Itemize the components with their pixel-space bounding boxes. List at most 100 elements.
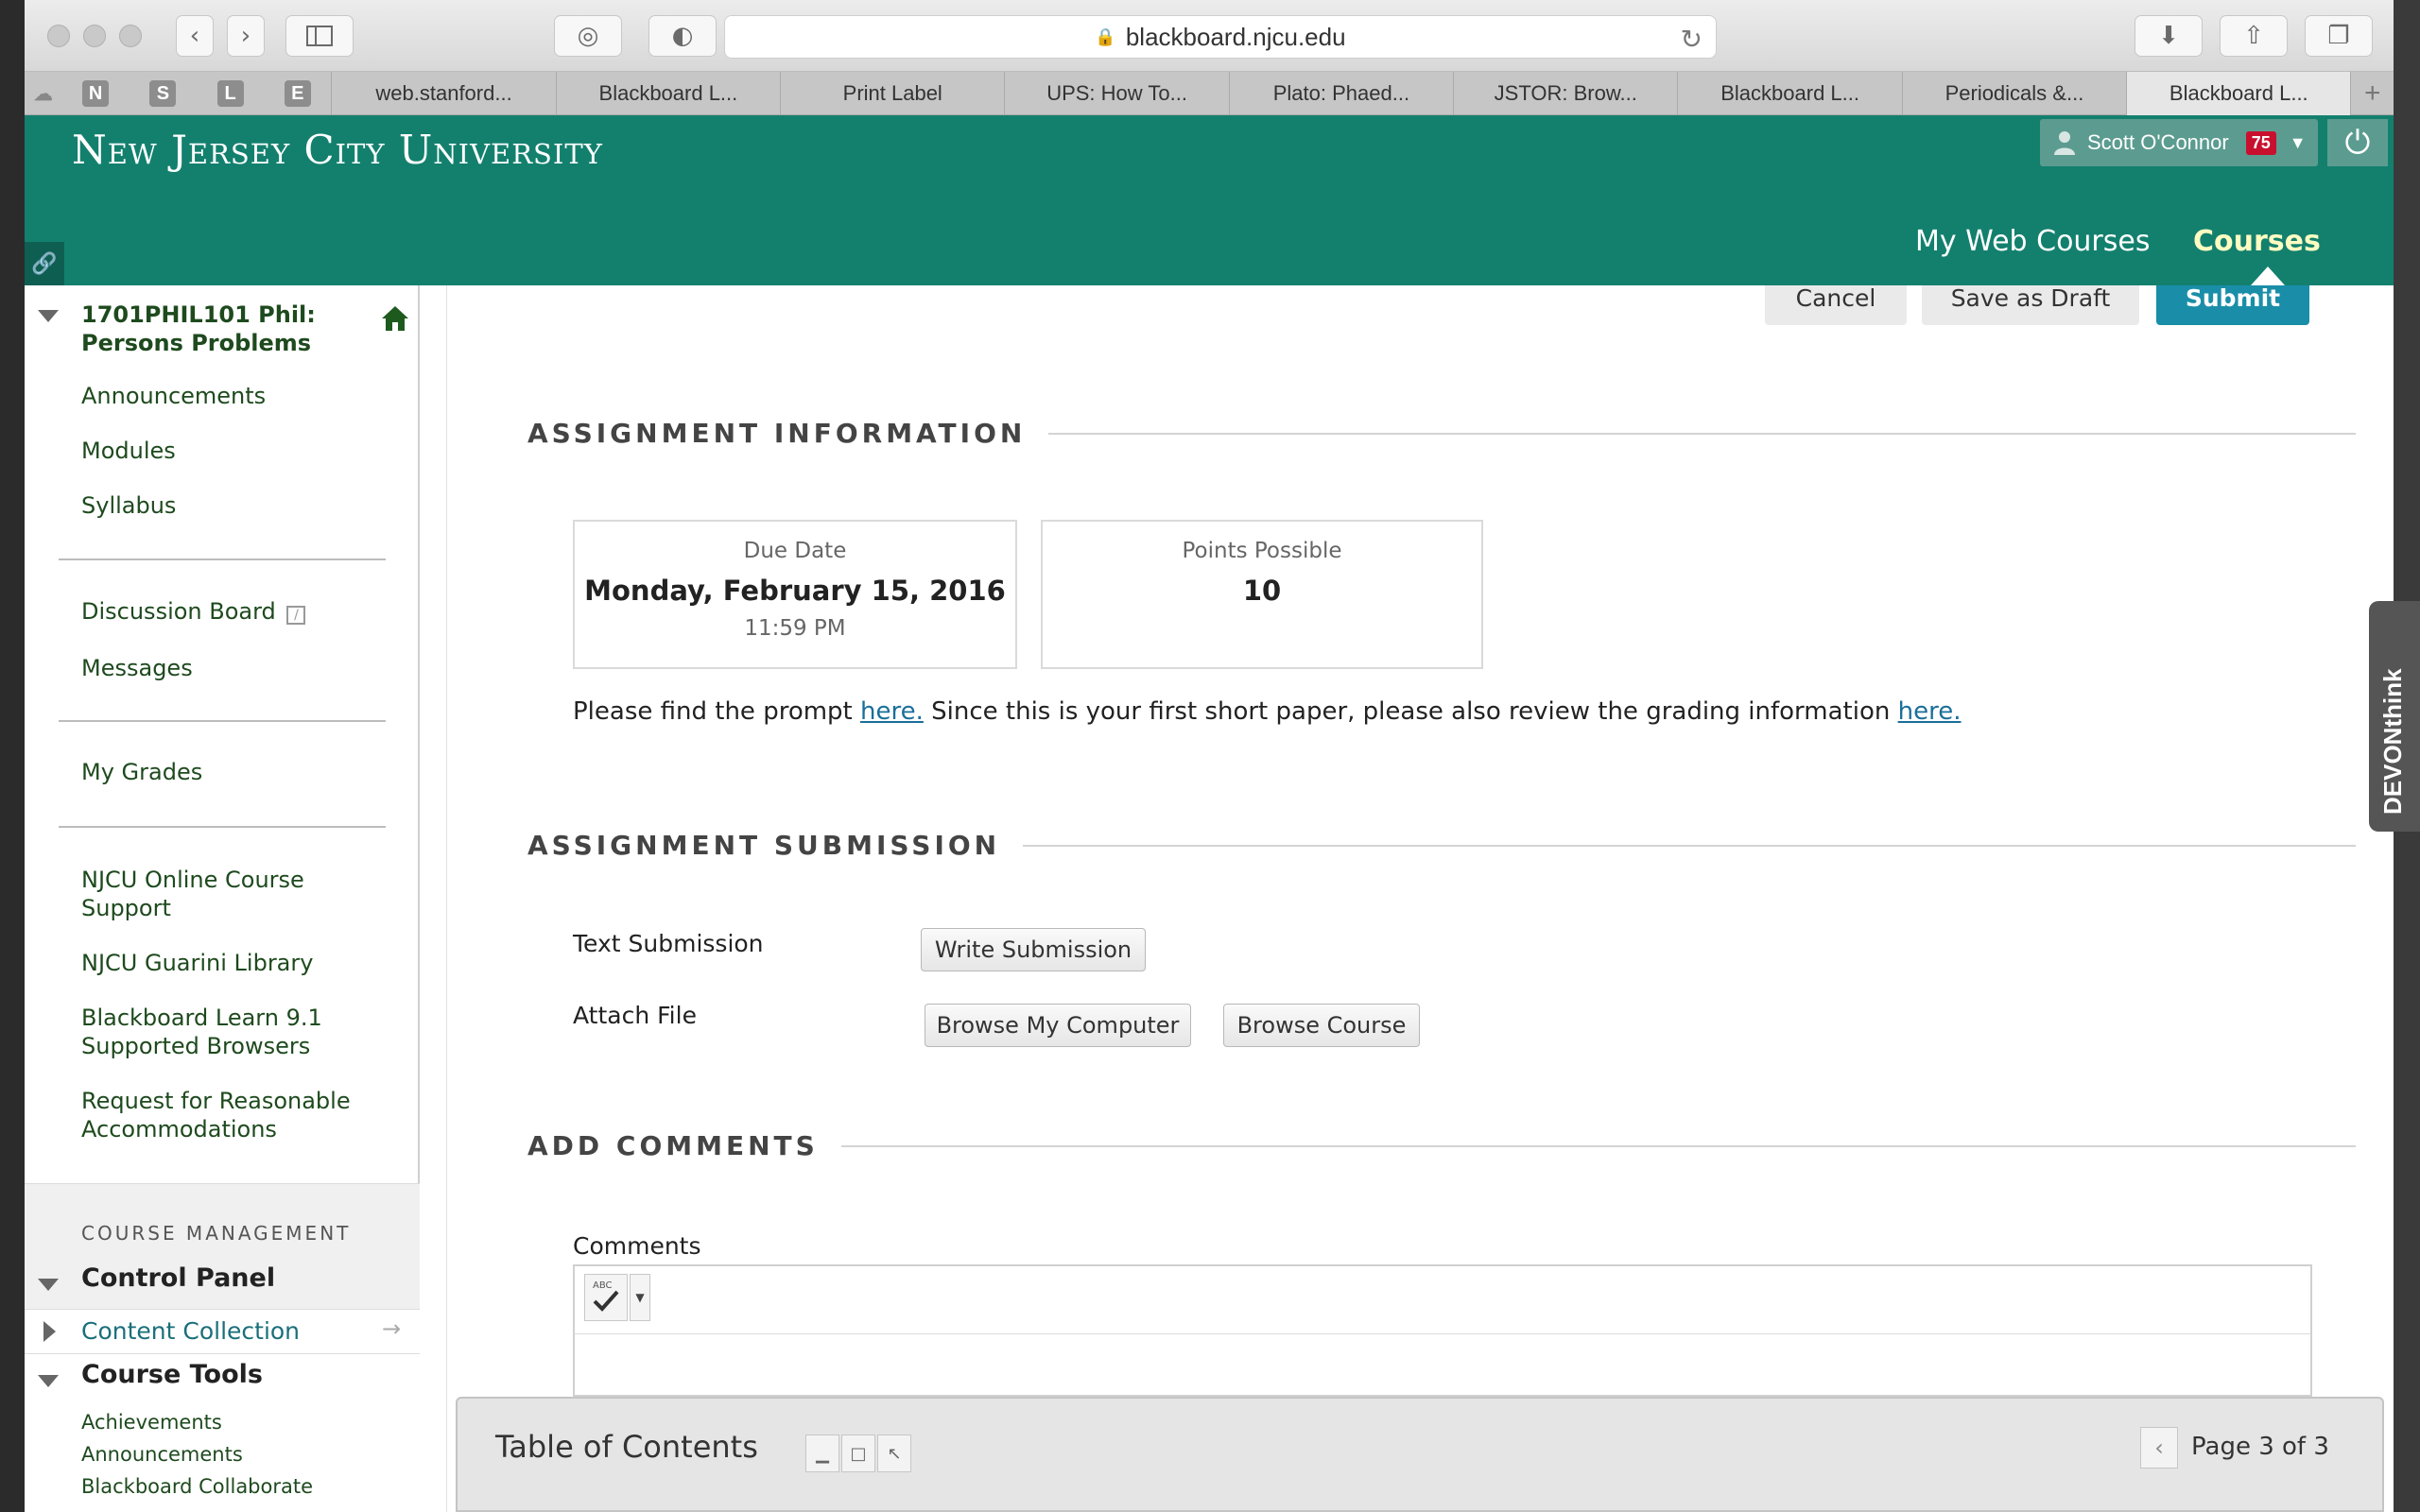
- browser-tab[interactable]: web.stanford...: [331, 72, 555, 115]
- nav-my-web-courses[interactable]: My Web Courses: [1915, 225, 2150, 258]
- arrow-right-icon: →: [382, 1315, 402, 1342]
- points-possible-box: Points Possible 10: [1041, 520, 1483, 669]
- browser-toolbar: ‹ › ◎ ◐ 🔒 blackboard.njcu.edu ↻ ⬇ ⇧ ❐: [25, 0, 2394, 72]
- due-date-value: Monday, February 15, 2016: [584, 575, 1006, 607]
- browser-window: ‹ › ◎ ◐ 🔒 blackboard.njcu.edu ↻ ⬇ ⇧ ❐ ☁ …: [25, 0, 2394, 1512]
- sidebar-item-online-support[interactable]: NJCU Online Course Support: [81, 866, 365, 922]
- forward-icon[interactable]: ›: [227, 15, 265, 57]
- logout-power-icon[interactable]: ⏻: [2327, 119, 2388, 166]
- sidebar-item-announcements[interactable]: Announcements: [81, 382, 266, 410]
- sidebar-item-supported-browsers[interactable]: Blackboard Learn 9.1 Supported Browsers: [81, 1004, 365, 1060]
- tabs-overview-icon[interactable]: ❐: [2305, 15, 2373, 57]
- assignment-instructions: Please find the prompt here. Since this …: [573, 697, 1962, 726]
- svg-text:ABC: ABC: [593, 1280, 613, 1291]
- sidebar-toggle-icon[interactable]: [285, 15, 354, 57]
- course-tools-section: Course Tools Achievements Announcements …: [25, 1354, 420, 1512]
- ghostery-icon[interactable]: ◐: [648, 15, 717, 57]
- tool-achievements[interactable]: Achievements: [81, 1411, 222, 1434]
- sidebar-item-syllabus[interactable]: Syllabus: [81, 491, 176, 520]
- browser-tab[interactable]: UPS: How To...: [1004, 72, 1228, 115]
- new-tab-button[interactable]: +: [2350, 72, 2394, 115]
- toc-title[interactable]: Table of Contents: [495, 1429, 758, 1465]
- divider: [59, 558, 386, 560]
- tool-announcements[interactable]: Announcements: [81, 1443, 243, 1466]
- assignment-information-heading: ASSIGNMENT INFORMATION: [527, 418, 1049, 449]
- control-panel-heading[interactable]: Control Panel: [81, 1263, 275, 1293]
- home-icon[interactable]: [380, 304, 410, 333]
- course-tools-heading[interactable]: Course Tools: [81, 1360, 263, 1389]
- tool-blackboard-collaborate[interactable]: Blackboard Collaborate: [81, 1475, 313, 1498]
- lock-icon: 🔒: [1095, 26, 1116, 46]
- browser-tab[interactable]: JSTOR: Brow...: [1453, 72, 1677, 115]
- collapse-course-icon[interactable]: [38, 310, 59, 322]
- comments-editor[interactable]: ABC ▼: [573, 1264, 2312, 1397]
- pinned-tab-l[interactable]: L: [197, 72, 264, 115]
- sidebar-item-messages[interactable]: Messages: [81, 654, 193, 682]
- due-date-box: Due Date Monday, February 15, 2016 11:59…: [573, 520, 1017, 669]
- university-logo[interactable]: New Jersey City University: [72, 127, 603, 173]
- prompt-link[interactable]: here.: [860, 697, 924, 726]
- browser-tab[interactable]: Plato: Phaed...: [1228, 72, 1453, 115]
- sidebar-item-discussion-board[interactable]: Discussion Board /: [81, 597, 306, 626]
- minimize-window-button[interactable]: [83, 25, 106, 47]
- pinned-tab-s[interactable]: S: [130, 72, 197, 115]
- maximize-icon[interactable]: □: [841, 1435, 875, 1472]
- popout-icon[interactable]: ↖: [877, 1435, 911, 1472]
- collapse-control-panel-icon[interactable]: [38, 1279, 59, 1291]
- back-icon[interactable]: ‹: [176, 15, 214, 57]
- notification-badge[interactable]: 75: [2245, 130, 2276, 155]
- devonthink-sidebar-tab[interactable]: DEVONthink: [2369, 601, 2420, 832]
- close-window-button[interactable]: [47, 25, 70, 47]
- spellcheck-icon[interactable]: ABC: [584, 1274, 628, 1321]
- site-header: New Jersey City University Scott O'Conno…: [25, 115, 2394, 285]
- pinned-tab-e[interactable]: E: [264, 72, 331, 115]
- due-date-label: Due Date: [743, 539, 847, 563]
- reload-icon[interactable]: ↻: [1681, 24, 1703, 55]
- browser-tab[interactable]: Blackboard L...: [555, 72, 780, 115]
- write-submission-button[interactable]: Write Submission: [921, 928, 1146, 971]
- browser-tab[interactable]: Periodicals &...: [1901, 72, 2126, 115]
- previous-page-icon[interactable]: ‹: [2140, 1427, 2178, 1469]
- divider: [59, 826, 386, 828]
- browser-tab[interactable]: Blackboard L...: [1677, 72, 1901, 115]
- chevron-down-icon[interactable]: ▼: [630, 1274, 650, 1321]
- extension-swirl-icon[interactable]: ◎: [554, 15, 622, 57]
- tab-bar: ☁ N S L E web.stanford... Blackboard L..…: [25, 72, 2394, 115]
- sidebar-item-my-grades[interactable]: My Grades: [81, 758, 202, 786]
- submit-button[interactable]: Submit: [2156, 285, 2309, 325]
- user-menu[interactable]: Scott O'Connor 75 ▼: [2040, 119, 2318, 166]
- expand-icon[interactable]: [43, 1321, 56, 1342]
- comments-label: Comments: [573, 1232, 701, 1260]
- save-draft-button[interactable]: Save as Draft: [1922, 285, 2139, 325]
- cancel-button[interactable]: Cancel: [1765, 285, 1907, 325]
- sidebar-item-modules[interactable]: Modules: [81, 437, 176, 465]
- address-bar[interactable]: 🔒 blackboard.njcu.edu ↻: [724, 15, 1717, 59]
- collapse-course-tools-icon[interactable]: [38, 1375, 59, 1387]
- link-icon[interactable]: 🔗: [25, 242, 64, 285]
- grading-info-link[interactable]: here.: [1898, 697, 1962, 726]
- sidebar-item-accommodations[interactable]: Request for Reasonable Accommodations: [81, 1087, 384, 1143]
- browser-tab[interactable]: Print Label: [780, 72, 1004, 115]
- zoom-window-button[interactable]: [119, 25, 142, 47]
- course-management-panel: COURSE MANAGEMENT Control Panel Content …: [25, 1183, 420, 1512]
- user-icon: [2054, 131, 2075, 155]
- course-title[interactable]: 1701PHIL101 Phil: Persons Problems: [81, 301, 365, 357]
- browser-tab-active[interactable]: Blackboard L...: [2126, 72, 2351, 115]
- share-icon[interactable]: ⇧: [2220, 15, 2288, 57]
- add-comments-heading: ADD COMMENTS: [527, 1130, 841, 1161]
- page-indicator: Page 3 of 3: [2191, 1433, 2329, 1461]
- course-menu: 1701PHIL101 Phil: Persons Problems Annou…: [25, 285, 420, 1512]
- nav-courses[interactable]: Courses: [2193, 225, 2321, 258]
- due-time-value: 11:59 PM: [744, 616, 846, 641]
- content-collection-link[interactable]: Content Collection: [81, 1317, 300, 1345]
- assignment-submission-heading: ASSIGNMENT SUBMISSION: [527, 830, 1024, 861]
- downloads-icon[interactable]: ⬇: [2135, 15, 2203, 57]
- pinned-tab-n[interactable]: N: [62, 72, 130, 115]
- chevron-down-icon[interactable]: ▼: [2290, 133, 2307, 153]
- sidebar-item-library[interactable]: NJCU Guarini Library: [81, 949, 313, 977]
- content-collection-row[interactable]: Content Collection →: [25, 1309, 420, 1354]
- browse-my-computer-button[interactable]: Browse My Computer: [925, 1004, 1191, 1047]
- browse-course-button[interactable]: Browse Course: [1223, 1004, 1420, 1047]
- icloud-tab-icon[interactable]: ☁: [25, 72, 62, 115]
- minimize-icon[interactable]: ▁: [805, 1435, 839, 1472]
